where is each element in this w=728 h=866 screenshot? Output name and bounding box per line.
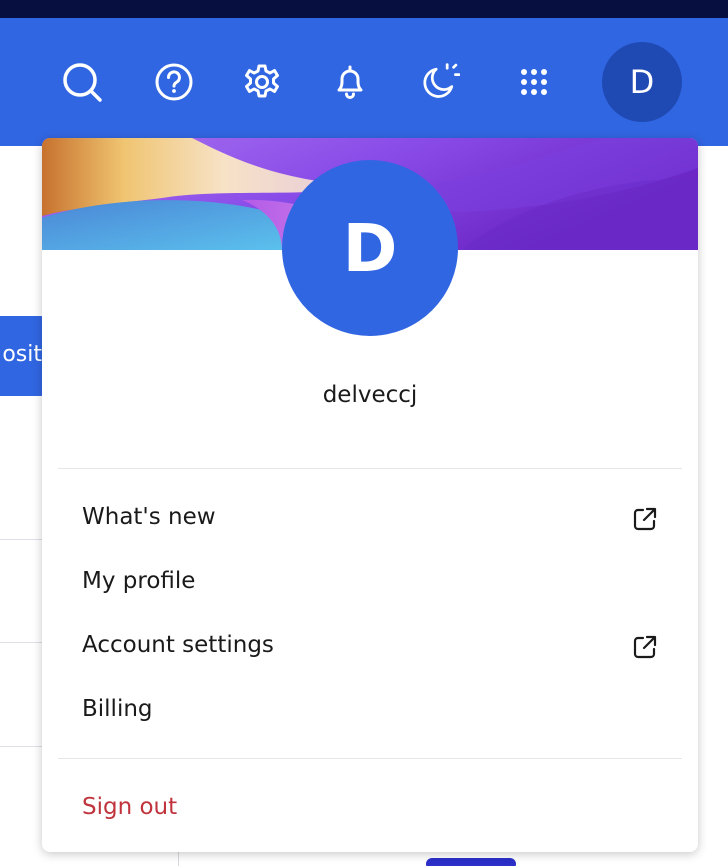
menu-item-label: What's new — [82, 504, 216, 530]
sign-out-label: Sign out — [82, 794, 178, 820]
top-strip — [0, 0, 728, 18]
settings-icon[interactable] — [240, 60, 284, 104]
help-icon[interactable] — [152, 60, 196, 104]
theme-moon-sun-icon[interactable] — [416, 60, 460, 104]
background-button[interactable]: osit — [0, 316, 44, 396]
background-divider — [0, 746, 44, 747]
search-icon[interactable] — [60, 60, 104, 104]
menu-item-billing[interactable]: Billing — [42, 682, 698, 738]
profile-menu: D delveccj What's new My profile Account… — [42, 138, 698, 852]
menu-item-account-settings[interactable]: Account settings — [42, 618, 698, 674]
menu-item-whats-new[interactable]: What's new — [42, 490, 698, 546]
notifications-bell-icon[interactable] — [328, 60, 372, 104]
background-link-fragment — [420, 852, 540, 866]
menu-item-label: Account settings — [82, 632, 274, 658]
sign-out-button[interactable]: Sign out — [42, 780, 698, 836]
apps-grid-icon[interactable] — [512, 60, 556, 104]
background-button-label: osit — [2, 342, 42, 367]
profile-avatar: D — [282, 160, 458, 336]
external-link-icon — [633, 507, 657, 531]
menu-divider — [58, 468, 682, 469]
profile-username: delveccj — [322, 382, 418, 408]
external-link-icon — [633, 635, 657, 659]
background-divider — [0, 539, 44, 540]
menu-item-label: Billing — [82, 696, 153, 722]
menu-divider — [58, 758, 682, 759]
menu-item-label: My profile — [82, 568, 196, 594]
menu-item-my-profile[interactable]: My profile — [42, 554, 698, 610]
background-divider — [0, 642, 44, 643]
user-avatar-button[interactable]: D — [602, 42, 682, 122]
